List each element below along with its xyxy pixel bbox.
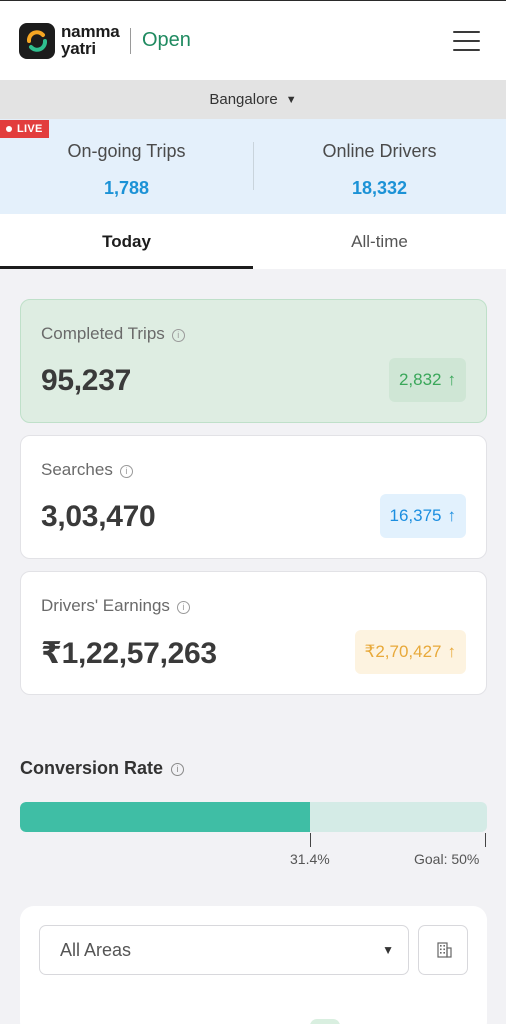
info-icon[interactable]: i xyxy=(119,465,133,478)
searches-value: 3,03,470 xyxy=(41,500,156,533)
city-selector[interactable]: Bangalore ▼ xyxy=(0,80,506,119)
tab-all-time[interactable]: All-time xyxy=(253,214,506,269)
brand-divider xyxy=(130,28,131,54)
conversion-rate-title: Conversion Rate i xyxy=(20,758,185,779)
info-icon[interactable]: i xyxy=(171,329,185,342)
searches-delta-value: 16,375 xyxy=(389,506,442,525)
searches-card: Searches i 3,03,470 16,375 ↑ xyxy=(20,435,487,559)
searches-title-text: Searches xyxy=(41,460,113,479)
area-select-value: All Areas xyxy=(60,940,132,960)
drivers-earnings-title-text: Drivers' Earnings xyxy=(41,596,170,615)
completed-trips-title: Completed Trips i xyxy=(41,324,185,344)
tab-today[interactable]: Today xyxy=(0,214,253,269)
info-icon[interactable]: i xyxy=(171,763,185,776)
conversion-goal-label: Goal: 50% xyxy=(414,851,480,867)
conversion-rate-title-text: Conversion Rate xyxy=(20,758,164,778)
live-dot-icon xyxy=(6,126,12,132)
live-stats-panel: LIVE On-going Trips 1,788 Online Drivers… xyxy=(0,119,506,214)
ongoing-trips-value: 1,788 xyxy=(103,178,150,198)
goal-tick xyxy=(485,833,486,847)
completed-trips-title-text: Completed Trips xyxy=(41,324,165,343)
brand-line-2: yatri xyxy=(61,39,96,58)
online-drivers-label: Online Drivers xyxy=(322,141,437,161)
arrow-up-icon: ↑ xyxy=(447,370,457,389)
searches-delta: 16,375 ↑ xyxy=(379,494,466,538)
period-tabs: Today All-time xyxy=(0,214,506,269)
building-icon xyxy=(437,942,452,958)
online-drivers-value: 18,332 xyxy=(351,178,408,198)
area-filter-card: All Areas ▼ xyxy=(20,906,487,1024)
brand-name: namma yatri xyxy=(61,23,120,57)
active-tab-underline xyxy=(0,266,253,269)
conversion-progress-fill xyxy=(20,802,310,832)
ongoing-trips-stat: On-going Trips 1,788 xyxy=(0,141,253,199)
hamburger-menu-icon[interactable] xyxy=(452,28,482,54)
brand-line-1: namma xyxy=(61,22,120,41)
building-icon-button[interactable] xyxy=(418,925,468,975)
online-drivers-stat: Online Drivers 18,332 xyxy=(253,141,506,199)
live-badge: LIVE xyxy=(0,120,49,138)
searches-title: Searches i xyxy=(41,460,133,480)
ongoing-trips-label: On-going Trips xyxy=(67,141,186,161)
partial-badge xyxy=(310,1019,340,1024)
area-select[interactable]: All Areas ▼ xyxy=(39,925,409,975)
city-selector-label: Bangalore xyxy=(209,91,278,108)
drivers-earnings-delta-value: ₹2,70,427 xyxy=(364,642,442,661)
live-badge-label: LIVE xyxy=(17,123,43,135)
chevron-down-icon: ▼ xyxy=(382,943,394,957)
completed-trips-value: 95,237 xyxy=(41,364,131,397)
namma-yatri-logo[interactable] xyxy=(19,23,55,59)
info-icon[interactable]: i xyxy=(176,601,190,614)
current-value-tick xyxy=(310,833,311,847)
drivers-earnings-value: ₹1,22,57,263 xyxy=(41,637,217,670)
conversion-progress-bar xyxy=(20,802,487,832)
drivers-earnings-card: Drivers' Earnings i ₹1,22,57,263 ₹2,70,42… xyxy=(20,571,487,695)
drivers-earnings-title: Drivers' Earnings i xyxy=(41,596,190,616)
conversion-value-label: 31.4% xyxy=(290,851,330,867)
arrow-up-icon: ↑ xyxy=(447,506,457,525)
completed-trips-card: Completed Trips i 95,237 2,832 ↑ xyxy=(20,299,487,423)
arrow-up-icon: ↑ xyxy=(447,642,457,661)
app-header: namma yatri Open xyxy=(0,0,506,80)
drivers-earnings-delta: ₹2,70,427 ↑ xyxy=(354,630,466,674)
open-label: Open xyxy=(142,29,191,51)
chevron-down-icon: ▼ xyxy=(285,94,297,106)
completed-trips-delta-value: 2,832 xyxy=(398,370,442,389)
completed-trips-delta: 2,832 ↑ xyxy=(388,358,466,402)
